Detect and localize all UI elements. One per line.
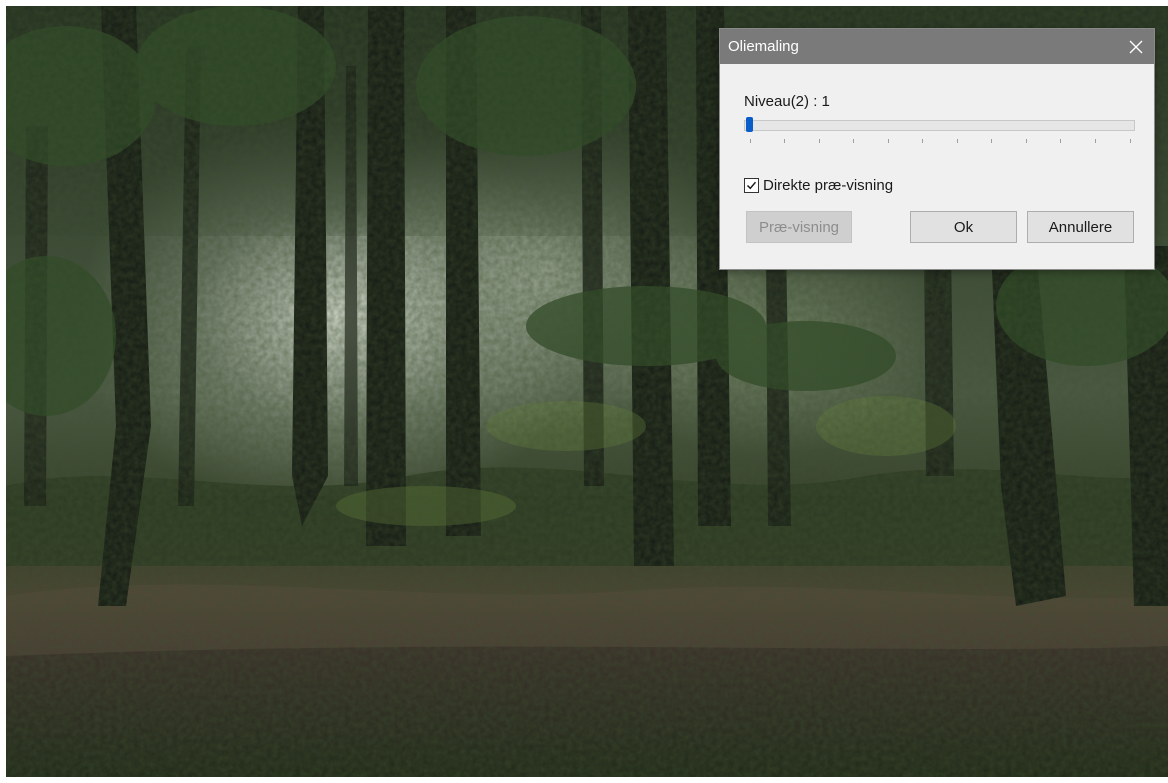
checkbox-box[interactable] [744,178,759,193]
cancel-button[interactable]: Annullere [1027,211,1134,243]
slider-tick [956,139,958,143]
slider-tick [853,139,855,143]
slider-track[interactable] [744,120,1135,131]
dialog-title: Oliemaling [728,38,799,55]
slider-tick [922,139,924,143]
live-preview-checkbox[interactable]: Direkte præ-visning [744,177,893,194]
slider-tick [1060,139,1062,143]
slider-tick [1025,139,1027,143]
slider-tick [887,139,889,143]
slider-tick [818,139,820,143]
slider-tick [991,139,993,143]
slider-tick [1094,139,1096,143]
dialog-titlebar[interactable]: Oliemaling [720,29,1154,64]
slider-tick [749,139,751,143]
ok-button[interactable]: Ok [910,211,1017,243]
level-label: Niveau(2) : 1 [744,93,830,110]
level-slider[interactable] [744,115,1135,145]
close-button[interactable] [1118,29,1154,64]
canvas: Oliemaling Niveau(2) : 1 Direkte præ-vis… [0,0,1168,783]
slider-tick [784,139,786,143]
oil-painting-dialog: Oliemaling Niveau(2) : 1 Direkte præ-vis… [719,28,1155,270]
slider-tick [1129,139,1131,143]
preview-button[interactable]: Præ-visning [746,211,852,243]
checkmark-icon [746,181,757,190]
slider-thumb[interactable] [746,117,753,132]
close-icon [1129,40,1143,53]
live-preview-label: Direkte præ-visning [763,177,894,194]
